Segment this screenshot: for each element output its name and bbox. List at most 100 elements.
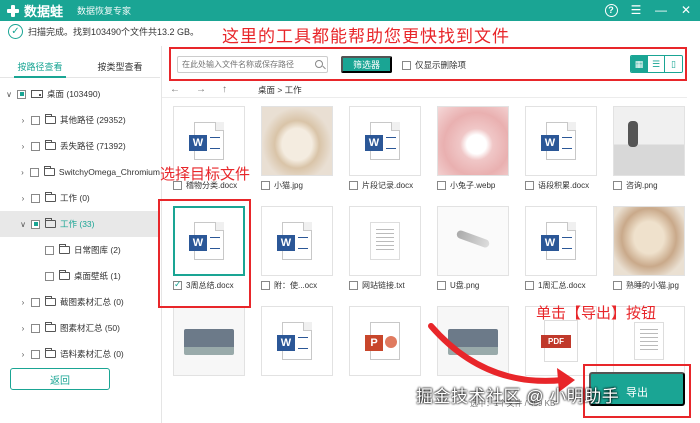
chevron-down-icon[interactable]: ∨ bbox=[18, 220, 28, 229]
file-checkbox[interactable] bbox=[613, 281, 622, 290]
forward-arrow-icon[interactable]: → bbox=[196, 84, 206, 95]
tree-item[interactable]: › 图素材汇总 (50) bbox=[0, 315, 160, 341]
detail-view-button[interactable]: ▯ bbox=[665, 56, 682, 72]
file-checkbox[interactable] bbox=[525, 281, 534, 290]
chevron-right-icon[interactable]: › bbox=[18, 298, 28, 307]
file-item[interactable]: W bbox=[250, 298, 338, 378]
file-item[interactable]: U盘.png bbox=[426, 198, 514, 298]
file-item[interactable] bbox=[162, 298, 250, 378]
help-button[interactable]: ? bbox=[603, 2, 619, 18]
tree-item-checkbox[interactable] bbox=[31, 193, 40, 203]
file-item[interactable]: W 语段积累.docx bbox=[514, 98, 602, 198]
file-item[interactable]: P bbox=[338, 298, 426, 378]
tree-item-checkbox[interactable] bbox=[31, 115, 40, 125]
up-arrow-icon[interactable]: ↑ bbox=[222, 84, 227, 95]
file-thumbnail[interactable] bbox=[349, 206, 421, 276]
tree-item-checkbox[interactable] bbox=[17, 89, 26, 99]
tree-item-checkbox[interactable] bbox=[31, 141, 40, 151]
search-input[interactable] bbox=[182, 60, 312, 69]
tree-item[interactable]: › SwitchyOmega_Chromium bbox=[0, 159, 160, 185]
file-thumbnail[interactable]: W bbox=[349, 106, 421, 176]
file-thumbnail[interactable] bbox=[437, 106, 509, 176]
view-mode-switch: ▦ ☰ ▯ bbox=[630, 55, 683, 73]
filter-button[interactable]: 筛选器 bbox=[341, 56, 392, 73]
back-arrow-icon[interactable]: ← bbox=[170, 84, 180, 95]
grid-view-button[interactable]: ▦ bbox=[631, 56, 648, 72]
folder-icon bbox=[45, 114, 56, 124]
file-name-row: 附：使...ocx bbox=[261, 280, 317, 291]
file-checkbox[interactable] bbox=[349, 281, 358, 290]
tree-item-checkbox[interactable] bbox=[45, 271, 54, 281]
image-preview bbox=[174, 307, 244, 375]
file-checkbox[interactable] bbox=[437, 281, 446, 290]
search-icon[interactable] bbox=[315, 60, 323, 68]
file-thumbnail[interactable]: W bbox=[261, 306, 333, 376]
chevron-right-icon[interactable]: › bbox=[18, 324, 28, 333]
image-preview bbox=[438, 107, 508, 175]
search-box[interactable] bbox=[177, 56, 328, 73]
chevron-right-icon[interactable]: › bbox=[18, 194, 28, 203]
file-thumbnail[interactable] bbox=[173, 306, 245, 376]
file-thumbnail[interactable]: P bbox=[349, 306, 421, 376]
file-checkbox[interactable] bbox=[613, 181, 622, 190]
file-item[interactable]: 网站链接.txt bbox=[338, 198, 426, 298]
file-item[interactable]: W 片段记录.docx bbox=[338, 98, 426, 198]
file-thumbnail[interactable]: W bbox=[525, 206, 597, 276]
tree-item-checkbox[interactable] bbox=[45, 245, 54, 255]
file-item[interactable]: 熟睡的小猫.jpg bbox=[602, 198, 687, 298]
list-view-button[interactable]: ☰ bbox=[648, 56, 665, 72]
tree-item[interactable]: › 截图素材汇总 (0) bbox=[0, 289, 160, 315]
tab-by-type[interactable]: 按类型查看 bbox=[80, 56, 160, 77]
file-name-row: 片段记录.docx bbox=[349, 180, 413, 191]
tab-by-path[interactable]: 按路径查看 bbox=[0, 56, 80, 78]
tree-item[interactable]: › 丢失路径 (71392) bbox=[0, 133, 160, 159]
chevron-right-icon[interactable]: › bbox=[18, 116, 28, 125]
file-name-row: 网站链接.txt bbox=[349, 280, 405, 291]
deleted-only-checkbox[interactable] bbox=[402, 60, 411, 70]
close-button[interactable]: ✕ bbox=[678, 2, 694, 18]
deleted-only-option[interactable]: 仅显示删除项 bbox=[402, 59, 466, 71]
file-checkbox[interactable] bbox=[349, 181, 358, 190]
tree-item[interactable]: › 其他路径 (29352) bbox=[0, 107, 160, 133]
back-button[interactable]: 返回 bbox=[10, 368, 110, 390]
file-thumbnail[interactable] bbox=[261, 106, 333, 176]
chevron-right-icon[interactable]: › bbox=[18, 350, 28, 359]
tree-item-checkbox[interactable] bbox=[29, 167, 39, 177]
file-item[interactable]: W 1周汇总.docx bbox=[514, 198, 602, 298]
doc-lines bbox=[562, 237, 572, 249]
word-doc-icon: W bbox=[365, 122, 400, 160]
tree-item[interactable]: ∨ 工作 (33) bbox=[0, 211, 160, 237]
file-checkbox[interactable] bbox=[525, 181, 534, 190]
file-checkbox[interactable] bbox=[261, 181, 270, 190]
tree-item[interactable]: 日常图库 (2) bbox=[0, 237, 160, 263]
tree-item-checkbox[interactable] bbox=[31, 297, 40, 307]
file-thumbnail[interactable] bbox=[613, 206, 685, 276]
minimize-button[interactable]: — bbox=[653, 2, 669, 18]
file-item[interactable]: W 附：使...ocx bbox=[250, 198, 338, 298]
file-item[interactable]: 小兔子.webp bbox=[426, 98, 514, 198]
file-thumbnail[interactable]: W bbox=[525, 106, 597, 176]
word-doc-icon: W bbox=[189, 122, 224, 160]
file-item[interactable]: 小猫.jpg bbox=[250, 98, 338, 198]
check-icon: ✓ bbox=[8, 24, 23, 39]
tree-item-checkbox[interactable] bbox=[31, 349, 40, 359]
file-thumbnail[interactable] bbox=[613, 106, 685, 176]
file-checkbox[interactable] bbox=[261, 281, 270, 290]
file-checkbox[interactable] bbox=[437, 181, 446, 190]
tree-item[interactable]: › 工作 (0) bbox=[0, 185, 160, 211]
tree-item[interactable]: › 语料素材汇总 (0) bbox=[0, 341, 160, 367]
view-tabs: 按路径查看 按类型查看 bbox=[0, 56, 160, 78]
tree-item-checkbox[interactable] bbox=[31, 323, 40, 333]
file-thumbnail[interactable]: W bbox=[261, 206, 333, 276]
tree-item[interactable]: ∨ 桌面 (103490) bbox=[0, 81, 160, 107]
menu-button[interactable]: ☰ bbox=[628, 2, 644, 18]
chevron-right-icon[interactable]: › bbox=[18, 168, 27, 177]
chevron-down-icon[interactable]: ∨ bbox=[4, 90, 14, 99]
file-thumbnail[interactable] bbox=[437, 206, 509, 276]
tree-item-checkbox[interactable] bbox=[31, 219, 40, 229]
tree-item[interactable]: 桌面壁纸 (1) bbox=[0, 263, 160, 289]
breadcrumb[interactable]: 桌面 > 工作 bbox=[258, 84, 302, 96]
file-item[interactable]: 咨询.png bbox=[602, 98, 687, 198]
chevron-right-icon[interactable]: › bbox=[18, 142, 28, 151]
tree-item-label: 其他路径 (29352) bbox=[60, 115, 126, 125]
